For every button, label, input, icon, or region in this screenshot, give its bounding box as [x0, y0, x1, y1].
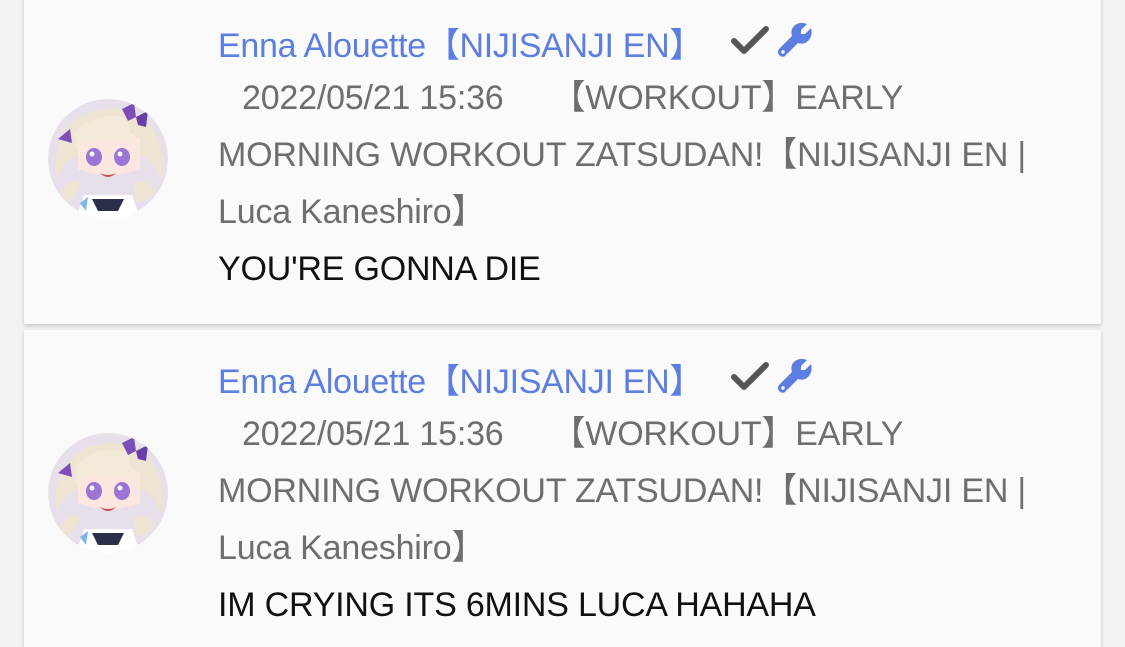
wrench-icon [775, 356, 815, 401]
avatar[interactable] [48, 99, 168, 219]
comment-content: Enna Alouette【NIJISANJI EN】 2022/05/21 1… [218, 350, 1048, 634]
wrench-icon [775, 20, 815, 65]
comment-content: Enna Alouette【NIJISANJI EN】 2022/05/21 1… [218, 14, 1048, 298]
timestamp: 2022/05/21 15:36 [242, 79, 504, 117]
timestamp: 2022/05/21 15:36 [242, 415, 504, 453]
comment-meta: 2022/05/21 15:36 【WORKOUT】EARLY MORNING W… [218, 70, 1048, 241]
comment-card[interactable]: Enna Alouette【NIJISANJI EN】 2022/05/21 1… [24, 0, 1101, 324]
avatar-image [48, 433, 168, 553]
avatar-image [48, 99, 168, 219]
author-line: Enna Alouette【NIJISANJI EN】 [218, 14, 1048, 70]
avatar[interactable] [48, 433, 168, 553]
comment-message: IM CRYING ITS 6MINS LUCA HAHAHA [218, 586, 816, 624]
check-icon [731, 24, 770, 61]
comment-message: YOU'RE GONNA DIE [218, 250, 541, 288]
comment-feed: Enna Alouette【NIJISANJI EN】 2022/05/21 1… [0, 0, 1125, 647]
author-name[interactable]: Enna Alouette【NIJISANJI EN】 [218, 18, 703, 67]
author-line: Enna Alouette【NIJISANJI EN】 [218, 350, 1048, 406]
author-name[interactable]: Enna Alouette【NIJISANJI EN】 [218, 354, 703, 403]
comment-card[interactable]: Enna Alouette【NIJISANJI EN】 2022/05/21 1… [24, 330, 1101, 647]
comment-meta: 2022/05/21 15:36 【WORKOUT】EARLY MORNING W… [218, 406, 1048, 577]
check-icon [731, 360, 770, 397]
